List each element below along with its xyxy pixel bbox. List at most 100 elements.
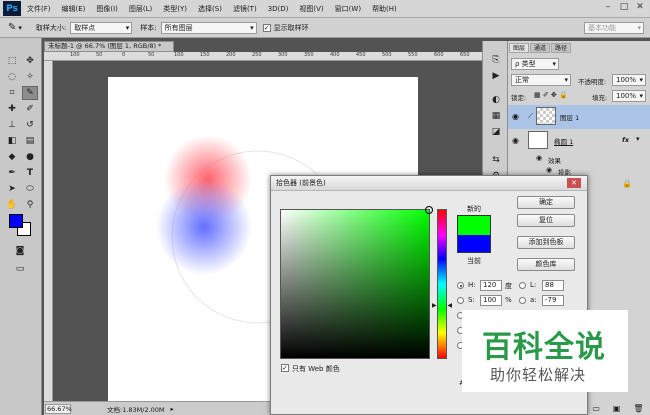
eyedropper-tool-icon[interactable]: ✎ [8, 22, 16, 33]
quick-mask-icon[interactable]: ◙ [12, 244, 28, 258]
menu-help[interactable]: 帮助(H) [372, 4, 397, 14]
effects-row[interactable]: ◉ 效果 [508, 153, 650, 165]
ruler-tick: 50 [148, 52, 155, 58]
ellipse-tool-icon[interactable]: ⬭ [22, 182, 38, 196]
lasso-tool-icon[interactable]: ◌ [4, 70, 20, 84]
new-group-icon[interactable]: ▭ [592, 404, 600, 413]
swatches-panel-icon[interactable]: ▦ [488, 109, 504, 123]
hue-unit: 度 [505, 282, 512, 290]
window-controls: – □ ✕ [599, 2, 647, 14]
pen-tool-icon[interactable]: ✒ [4, 166, 20, 180]
visibility-eye-icon[interactable]: ◉ [512, 112, 519, 121]
hue-input[interactable]: 120 [480, 280, 502, 291]
opacity-field[interactable]: 100% [612, 74, 646, 86]
layer-fx-badge[interactable]: fx [622, 136, 629, 144]
lab-a-radio[interactable] [519, 297, 526, 304]
zoom-level[interactable]: 66.67% [45, 403, 72, 414]
clone-stamp-tool-icon[interactable]: ⊥ [4, 118, 20, 132]
styles-panel-icon[interactable]: ◪ [488, 125, 504, 139]
tab-layers[interactable]: 图层 [509, 43, 530, 53]
eraser-tool-icon[interactable]: ◧ [4, 134, 20, 148]
visibility-eye-icon[interactable]: ◉ [546, 166, 552, 174]
brush-tool-icon[interactable]: ✐ [22, 102, 38, 116]
fill-field[interactable]: 100% [612, 90, 646, 102]
menu-filter[interactable]: 滤镜(T) [233, 4, 257, 14]
lab-l-radio[interactable] [519, 282, 526, 289]
menu-layer[interactable]: 图层(L) [129, 4, 152, 14]
sample-size-select[interactable]: 取样点 [70, 21, 133, 34]
tools-panel: ⬚ ✥ ◌ ✧ ⌗ ✎ ✚ ✐ ⊥ ↺ ◧ ▤ ◆ ● ✒ T ➤ ⬭ ✋ ⚲ … [0, 38, 42, 415]
menu-select[interactable]: 选择(S) [198, 4, 222, 14]
menu-edit[interactable]: 编辑(E) [62, 4, 86, 14]
tab-paths[interactable]: 路径 [551, 43, 572, 53]
lab-a-input[interactable]: -79 [542, 295, 564, 306]
dodge-tool-icon[interactable]: ● [22, 150, 38, 164]
tool-preset-chevron-icon[interactable]: ▾ [18, 24, 22, 32]
type-tool-icon[interactable]: T [22, 166, 38, 180]
show-ring-checkbox[interactable]: ✓ [262, 23, 271, 32]
color-libraries-button[interactable]: 颜色库 [517, 258, 575, 271]
dialog-close-icon[interactable]: ✕ [567, 178, 581, 188]
close-button[interactable]: ✕ [633, 2, 647, 14]
ok-button[interactable]: 确定 [517, 196, 575, 209]
document-info: 文档:1.83M/2.00M [107, 405, 165, 414]
actions-panel-icon[interactable]: ▶ [488, 69, 504, 83]
current-color-swatch[interactable] [457, 235, 491, 253]
history-brush-tool-icon[interactable]: ↺ [22, 118, 38, 132]
kind-filter-select[interactable]: ρ 类型 [511, 58, 559, 70]
hue-radio[interactable] [457, 282, 464, 289]
blend-mode-select[interactable]: 正常 [511, 74, 571, 86]
eyedropper-tool-icon[interactable]: ✎ [22, 86, 38, 100]
healing-brush-tool-icon[interactable]: ✚ [4, 102, 20, 116]
blur-tool-icon[interactable]: ◆ [4, 150, 20, 164]
menu-type[interactable]: 类型(Y) [163, 4, 187, 14]
status-menu-icon[interactable]: ▸ [171, 405, 174, 413]
saturation-input[interactable]: 100 [480, 295, 502, 306]
lab-l-input[interactable]: 88 [542, 280, 564, 291]
workspace-select[interactable]: 基本功能 [584, 22, 644, 34]
color-field[interactable] [280, 206, 433, 359]
color-field-cursor[interactable] [425, 206, 433, 214]
menu-image[interactable]: 图像(I) [96, 4, 118, 14]
screen-mode-icon[interactable]: ▭ [12, 262, 28, 276]
color-picker-titlebar[interactable]: 拾色器 (前景色) ✕ [271, 176, 587, 191]
quick-select-tool-icon[interactable]: ✧ [22, 70, 38, 84]
add-to-swatches-button[interactable]: 添加到色板 [517, 236, 575, 249]
adjustments-panel-icon[interactable]: ⇆ [488, 153, 504, 167]
hue-slider-arrow-left[interactable]: ▶ [432, 302, 437, 309]
marquee-tool-icon[interactable]: ⬚ [4, 54, 20, 68]
gradient-tool-icon[interactable]: ▤ [22, 134, 38, 148]
zoom-tool-icon[interactable]: ⚲ [22, 198, 38, 212]
maximize-button[interactable]: □ [617, 2, 631, 14]
menu-3d[interactable]: 3D(D) [268, 5, 289, 13]
web-colors-label: 只有 Web 颜色 [292, 365, 340, 373]
history-panel-icon[interactable]: ⎘ [488, 53, 504, 67]
crop-tool-icon[interactable]: ⌗ [4, 86, 20, 100]
hue-slider-arrow-right[interactable]: ◀ [447, 302, 452, 309]
menu-view[interactable]: 视图(V) [299, 4, 323, 14]
menu-file[interactable]: 文件(F) [27, 4, 51, 14]
menu-window[interactable]: 窗口(W) [335, 4, 361, 14]
path-select-tool-icon[interactable]: ➤ [4, 182, 20, 196]
tab-channels[interactable]: 通道 [530, 43, 551, 53]
visibility-eye-icon[interactable]: ◉ [536, 154, 542, 162]
document-tab[interactable]: 未标题-1 @ 66.7% (图层 1, RGB/8) * [44, 41, 174, 52]
shape-layer-thumbnail [528, 131, 548, 149]
reset-button[interactable]: 复位 [517, 214, 575, 227]
new-layer-icon[interactable]: ▣ [613, 404, 621, 413]
web-colors-checkbox[interactable]: ✓ [281, 364, 289, 372]
lock-icons[interactable]: ▦ ✐ ✥ 🔒 [534, 91, 568, 99]
saturation-radio[interactable] [457, 297, 464, 304]
layer-row-ellipse1[interactable]: ◉ 椭圆 1 fx ▾ [508, 129, 650, 153]
expand-effects-icon[interactable]: ▾ [636, 135, 640, 143]
sample-select[interactable]: 所有图层 [160, 21, 257, 34]
minimize-button[interactable]: – [601, 2, 615, 14]
layer-row-layer1[interactable]: ◉ ⟋ 图层 1 [508, 105, 650, 129]
color-panel-icon[interactable]: ◐ [488, 93, 504, 107]
move-tool-icon[interactable]: ✥ [22, 54, 38, 68]
visibility-eye-icon[interactable]: ◉ [512, 136, 519, 145]
hue-slider[interactable]: ▶ ◀ [432, 209, 452, 359]
hand-tool-icon[interactable]: ✋ [4, 198, 20, 212]
delete-layer-icon[interactable]: 🗑 [633, 404, 643, 413]
foreground-color-swatch[interactable] [9, 214, 23, 228]
